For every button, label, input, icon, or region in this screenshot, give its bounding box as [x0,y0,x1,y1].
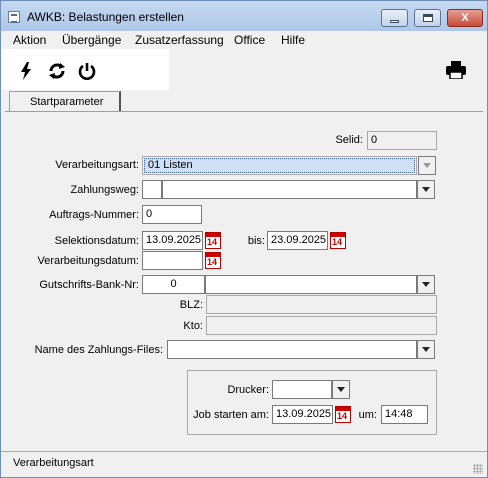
um-label: um: [358,409,377,421]
zahlungsfile-label: Name des Zahlungs-Files: [34,344,163,356]
gutschrifts-bank-nr-label: Gutschrifts-Bank-Nr: [39,279,139,291]
minimize-icon [390,19,399,23]
zahlungsweg-code-input[interactable] [142,180,162,199]
selid-field: 0 [367,131,437,150]
close-button[interactable]: X [447,9,483,27]
blz-field [206,295,437,314]
calendar-icon-text: 14 [207,237,218,247]
verarbeitungsdatum-input[interactable] [142,251,203,270]
calendar-icon[interactable]: 14 [335,406,351,423]
gutschrifts-bank-dropdown-button[interactable] [417,275,435,294]
maximize-button[interactable] [414,9,441,27]
menu-office[interactable]: Office [234,33,265,47]
job-starten-label: Job starten am: [193,409,269,421]
app-icon [8,11,20,23]
bis-label: bis: [247,235,265,247]
zahlungsweg-dropdown-button[interactable] [417,180,435,199]
selektionsdatum-from-input[interactable]: 13.09.2025 [142,231,203,250]
zahlungsweg-text-field[interactable] [162,180,417,199]
maximize-icon [422,14,433,22]
calendar-icon[interactable]: 14 [330,232,346,249]
drucker-dropdown-button[interactable] [332,380,350,399]
close-icon: X [461,12,469,24]
verarbeitungsart-dropdown-button[interactable] [418,156,436,175]
verarbeitungsart-label: Verarbeitungsart: [55,159,139,171]
tab-label: Startparameter [30,96,104,108]
lightning-icon[interactable] [17,61,35,81]
kto-field [206,316,437,335]
status-text: Verarbeitungsart [13,457,94,469]
calendar-icon[interactable]: 14 [205,252,221,269]
drucker-input[interactable] [272,380,332,399]
job-time-input[interactable]: 14:48 [381,405,428,424]
resize-grip-icon[interactable] [473,464,483,474]
menu-bar: Aktion Übergänge Zusatzerfassung Office … [1,31,487,49]
auftrags-nummer-label: Auftrags-Nummer: [49,209,139,221]
calendar-icon-text: 14 [332,237,343,247]
tab-startparameter[interactable]: Startparameter [9,91,121,112]
selid-label: Selid: [335,134,363,146]
power-icon[interactable] [78,61,96,81]
zahlungsweg-label: Zahlungsweg: [70,184,140,196]
verarbeitungsdatum-label: Verarbeitungsdatum: [37,255,139,267]
gutschrifts-bank-nr-input[interactable]: 0 [142,275,205,294]
verarbeitungsart-value: 01 Listen [144,158,415,173]
zahlungsfile-dropdown-button[interactable] [417,340,435,359]
verarbeitungsart-select[interactable]: 01 Listen [142,156,417,175]
menu-zusatzerfassung[interactable]: Zusatzerfassung [135,33,224,47]
selektionsdatum-to-input[interactable]: 23.09.2025 [267,231,328,250]
job-starten-date-input[interactable]: 13.09.2025 [272,405,333,424]
title-bar[interactable]: AWKB: Belastungen erstellen X [1,1,487,31]
menu-hilfe[interactable]: Hilfe [281,33,305,47]
status-bar: Verarbeitungsart [1,451,487,477]
kto-label: Kto: [183,320,203,332]
calendar-icon-text: 14 [207,257,218,267]
refresh-icon[interactable] [48,61,66,81]
calendar-icon[interactable]: 14 [205,232,221,249]
tab-divider [5,111,483,112]
gutschrifts-bank-text-field[interactable] [205,275,417,294]
zahlungsfile-input[interactable] [167,340,417,359]
blz-label: BLZ: [179,299,203,311]
menu-aktion[interactable]: Aktion [13,33,46,47]
menu-uebergaenge[interactable]: Übergänge [62,33,121,47]
selektionsdatum-label: Selektionsdatum: [54,235,139,247]
drucker-label: Drucker: [227,384,269,396]
window-title: AWKB: Belastungen erstellen [27,10,184,24]
printer-icon[interactable] [446,61,466,80]
auftrags-nummer-input[interactable]: 0 [142,205,202,224]
minimize-button[interactable] [381,9,408,27]
calendar-icon-text: 14 [337,411,348,421]
app-window: AWKB: Belastungen erstellen X Aktion Übe… [0,0,488,478]
